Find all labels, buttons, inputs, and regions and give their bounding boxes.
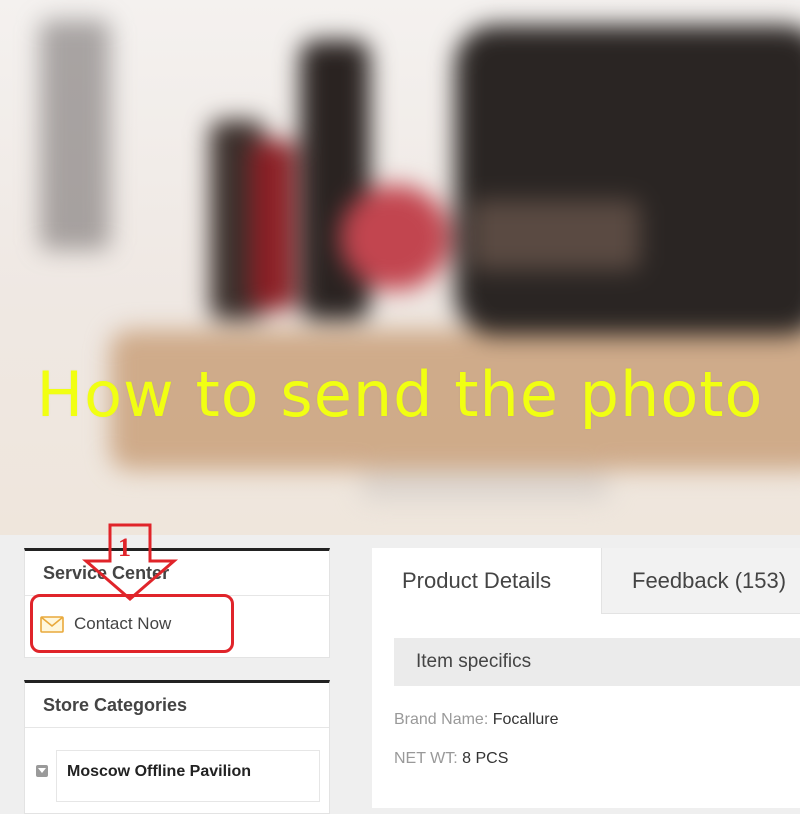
- spec-row-brand: Brand Name: Focallure: [394, 711, 559, 729]
- hero-caption: How to send the photo: [36, 358, 764, 431]
- step-number: 1: [118, 533, 131, 562]
- spec-value: 8 PCS: [462, 750, 509, 767]
- spec-row-net-wt: NET WT: 8 PCS: [394, 750, 508, 768]
- hero-banner: [0, 0, 800, 535]
- collapse-toggle-icon[interactable]: [36, 765, 48, 777]
- tab-product-details[interactable]: Product Details: [372, 548, 602, 614]
- store-categories-title: Store Categories: [25, 683, 329, 728]
- spec-value: Focallure: [492, 711, 559, 728]
- category-label[interactable]: Moscow Offline Pavilion: [67, 763, 251, 781]
- tab-feedback[interactable]: Feedback (153): [602, 548, 800, 614]
- spec-key: NET WT:: [394, 750, 458, 767]
- product-tabs: Product Details Feedback (153): [372, 548, 800, 616]
- item-specifics-header: Item specifics: [394, 638, 800, 686]
- down-arrow-icon: [82, 523, 179, 601]
- spec-key: Brand Name:: [394, 711, 489, 728]
- hero-photo: [0, 0, 800, 535]
